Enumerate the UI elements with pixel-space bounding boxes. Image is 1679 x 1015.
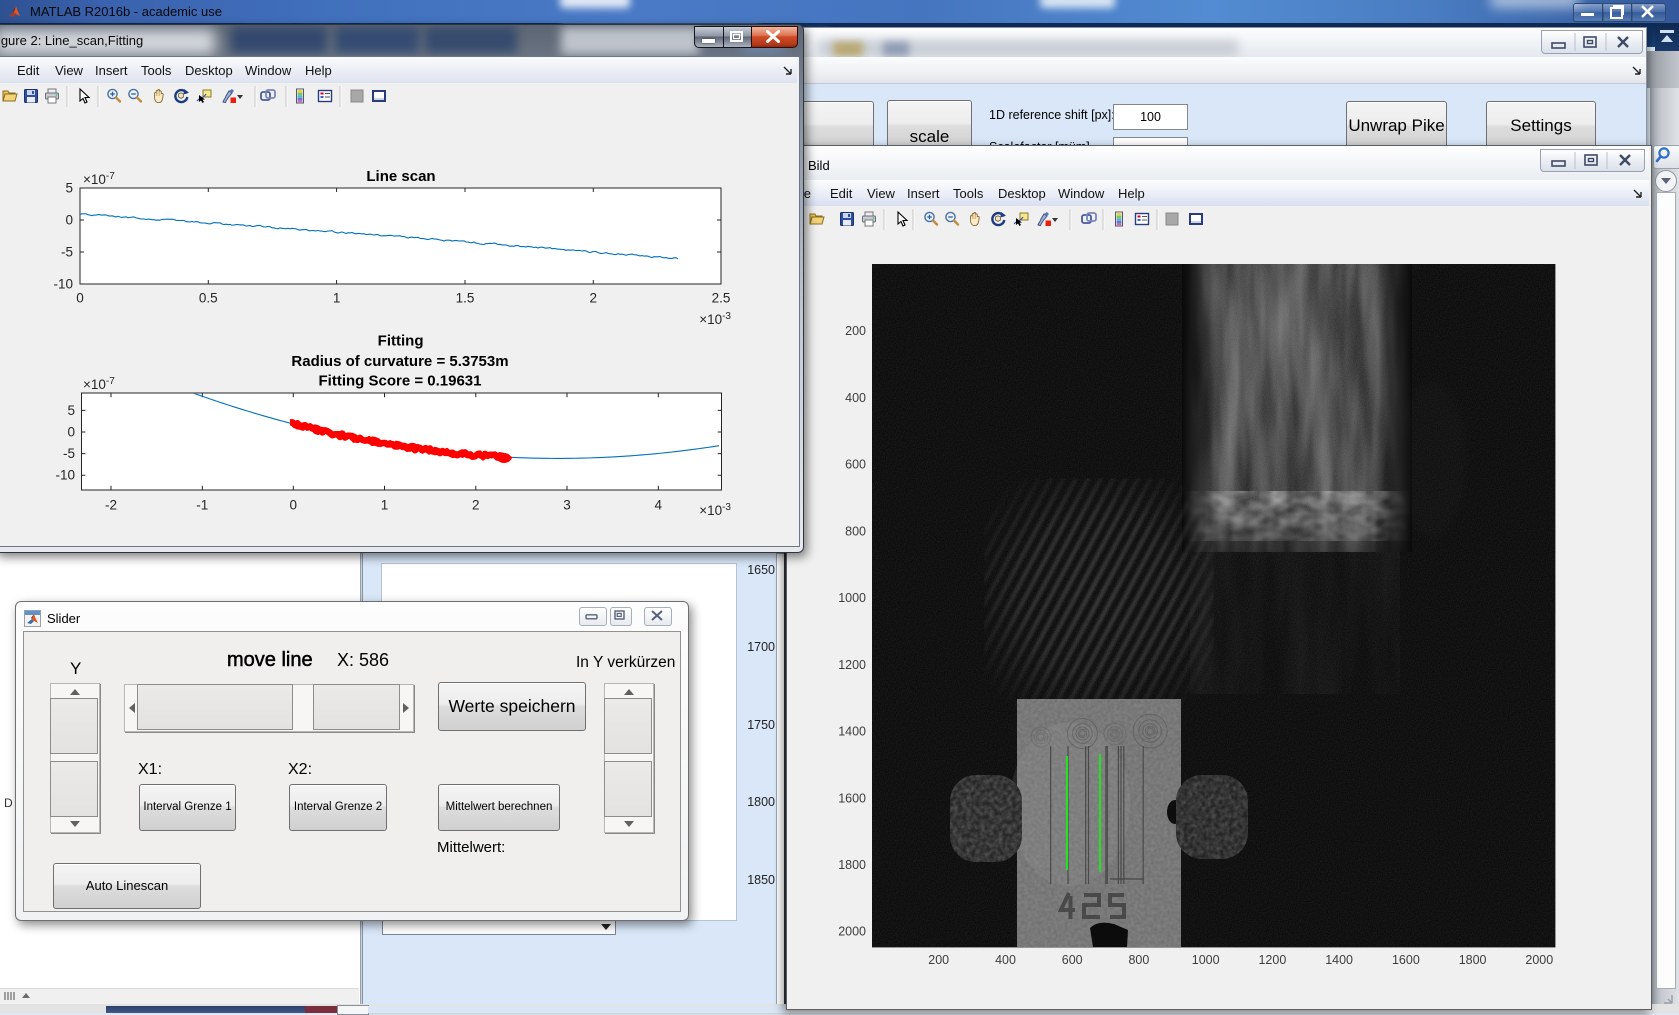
svg-text:400: 400 — [845, 391, 866, 405]
svg-text:2000: 2000 — [1525, 953, 1553, 967]
svg-text:800: 800 — [1128, 953, 1149, 967]
svg-text:Fitting: Fitting — [378, 333, 424, 350]
svg-text:-10: -10 — [55, 468, 75, 483]
svg-text:1.5: 1.5 — [456, 291, 475, 306]
svg-text:600: 600 — [845, 458, 866, 472]
svg-text:1000: 1000 — [1192, 953, 1220, 967]
svg-text:5: 5 — [65, 181, 73, 196]
svg-text:2: 2 — [590, 291, 598, 306]
svg-text:600: 600 — [1062, 953, 1083, 967]
svg-text:1200: 1200 — [838, 658, 866, 672]
svg-text:4: 4 — [655, 498, 663, 513]
svg-text:2: 2 — [472, 498, 480, 513]
svg-text:0: 0 — [67, 425, 75, 440]
svg-text:1: 1 — [381, 498, 389, 513]
svg-text:800: 800 — [845, 524, 866, 538]
svg-text:0: 0 — [65, 213, 73, 228]
svg-text:1600: 1600 — [838, 791, 866, 805]
svg-text:400: 400 — [995, 953, 1016, 967]
svg-text:-1: -1 — [196, 498, 208, 513]
svg-text:2.5: 2.5 — [712, 291, 731, 306]
svg-text:2000: 2000 — [838, 925, 866, 939]
svg-text:1600: 1600 — [1392, 953, 1420, 967]
svg-text:1400: 1400 — [838, 725, 866, 739]
svg-text:0.5: 0.5 — [199, 291, 218, 306]
svg-text:1800: 1800 — [1459, 953, 1487, 967]
svg-text:-2: -2 — [105, 498, 117, 513]
svg-text:1800: 1800 — [838, 858, 866, 872]
svg-text:1000: 1000 — [838, 591, 866, 605]
svg-text:1: 1 — [333, 291, 341, 306]
svg-text:5: 5 — [67, 403, 75, 418]
svg-text:200: 200 — [928, 953, 949, 967]
svg-text:-5: -5 — [63, 446, 75, 461]
svg-text:Radius of curvature = 5.3753m: Radius of curvature = 5.3753m — [291, 353, 508, 370]
svg-text:-5: -5 — [61, 245, 73, 260]
svg-text:Line scan: Line scan — [366, 168, 435, 185]
svg-text:-10: -10 — [53, 277, 73, 292]
svg-text:0: 0 — [290, 498, 298, 513]
svg-text:3: 3 — [563, 498, 571, 513]
svg-text:Fitting Score = 0.19631: Fitting Score = 0.19631 — [319, 373, 482, 390]
svg-text:1200: 1200 — [1258, 953, 1286, 967]
svg-text:0: 0 — [76, 291, 84, 306]
svg-text:1400: 1400 — [1325, 953, 1353, 967]
svg-text:200: 200 — [845, 324, 866, 338]
